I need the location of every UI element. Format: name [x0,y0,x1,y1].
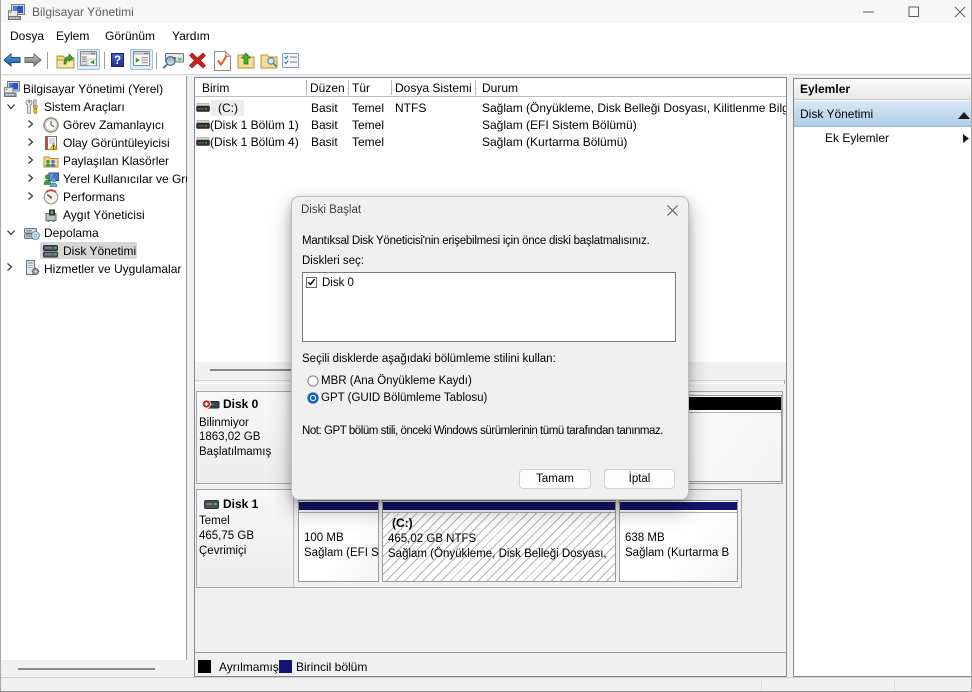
svg-text:?: ? [114,55,121,67]
